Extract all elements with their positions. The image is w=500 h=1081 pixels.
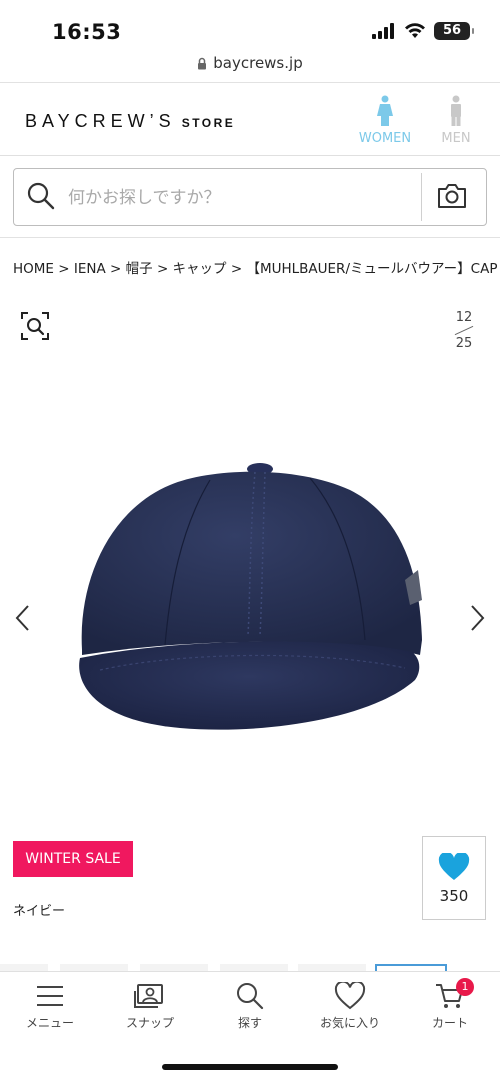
camera-icon[interactable] <box>436 181 468 211</box>
tab-search-label: 探す <box>237 1016 262 1030</box>
image-counter-divider <box>448 326 480 336</box>
breadcrumb-separator: > <box>110 261 122 277</box>
tab-menu-label: メニュー <box>25 1016 74 1030</box>
search-icon <box>237 983 264 1010</box>
breadcrumb-separator: > <box>230 261 243 277</box>
tab-snap[interactable]: スナップ <box>100 982 200 1031</box>
search-box <box>13 168 487 226</box>
heart-outline-icon <box>334 982 366 1010</box>
browser-url-bar[interactable]: baycrews.jp <box>0 54 500 83</box>
breadcrumb-separator: > <box>156 261 169 277</box>
search-input[interactable] <box>66 177 420 219</box>
status-bar: 16:53 56 <box>0 0 500 54</box>
tab-favorites[interactable]: お気に入り <box>300 982 400 1031</box>
header-divider <box>0 237 500 238</box>
status-indicators: 56 <box>372 22 474 40</box>
tab-cart[interactable]: 1 カート <box>400 978 500 1031</box>
favorite-button[interactable]: 350 <box>422 836 486 920</box>
heart-icon <box>438 851 470 880</box>
battery-indicator: 56 <box>434 22 474 40</box>
man-figure-icon <box>451 95 461 126</box>
product-color-label: ネイビー <box>13 904 66 919</box>
status-time: 16:53 <box>52 20 122 44</box>
breadcrumb: HOME > IENA > 帽子 > キャップ > 【MUHLBAUER/ミュー… <box>13 257 500 277</box>
image-counter-current: 12 <box>455 310 473 325</box>
favorite-count: 350 <box>439 887 469 905</box>
logo-main-text: BAYCREW’S <box>25 111 176 131</box>
image-counter-total: 25 <box>455 336 473 351</box>
snap-icon <box>134 984 163 1008</box>
product-image-cap[interactable] <box>60 430 440 750</box>
gender-women-label: WOMEN <box>358 131 412 146</box>
breadcrumb-home[interactable]: HOME <box>13 261 54 277</box>
lock-icon <box>198 57 207 70</box>
woman-figure-icon <box>377 95 393 126</box>
breadcrumb-subcategory[interactable]: キャップ <box>173 261 227 277</box>
logo-sub-text: STORE <box>181 116 236 130</box>
zoom-icon[interactable] <box>20 311 50 341</box>
breadcrumb-brand[interactable]: IENA <box>74 261 106 277</box>
previous-image-arrow-icon[interactable] <box>12 604 34 632</box>
wifi-icon <box>405 23 425 38</box>
store-logo[interactable]: BAYCREW’S STORE <box>25 111 235 132</box>
gender-men-label: MEN <box>441 131 471 146</box>
home-indicator[interactable] <box>162 1064 338 1070</box>
next-image-arrow-icon[interactable] <box>466 604 488 632</box>
menu-icon <box>37 986 63 1006</box>
image-counter: 12 25 <box>448 310 480 352</box>
tab-search[interactable]: 探す <box>200 982 300 1031</box>
tab-snap-label: スナップ <box>125 1016 174 1030</box>
url-text: baycrews.jp <box>213 54 303 72</box>
cart-count-badge: 1 <box>456 978 474 996</box>
site-header: BAYCREW’S STORE WOMEN MEN <box>0 83 500 156</box>
breadcrumb-category[interactable]: 帽子 <box>126 261 153 277</box>
search-icon[interactable] <box>26 181 56 211</box>
breadcrumb-separator: > <box>58 261 70 277</box>
tab-favorites-label: お気に入り <box>319 1016 380 1030</box>
gender-women-link[interactable]: WOMEN <box>355 95 415 146</box>
search-separator <box>421 173 422 221</box>
sale-badge: WINTER SALE <box>13 841 133 877</box>
cellular-signal-icon <box>372 23 394 39</box>
breadcrumb-current: 【MUHLBAUER/ミュールバウアー】CAP B <box>246 261 500 277</box>
tab-cart-label: カート <box>431 1016 468 1030</box>
gender-men-link[interactable]: MEN <box>426 95 486 146</box>
tab-menu[interactable]: メニュー <box>0 982 100 1031</box>
